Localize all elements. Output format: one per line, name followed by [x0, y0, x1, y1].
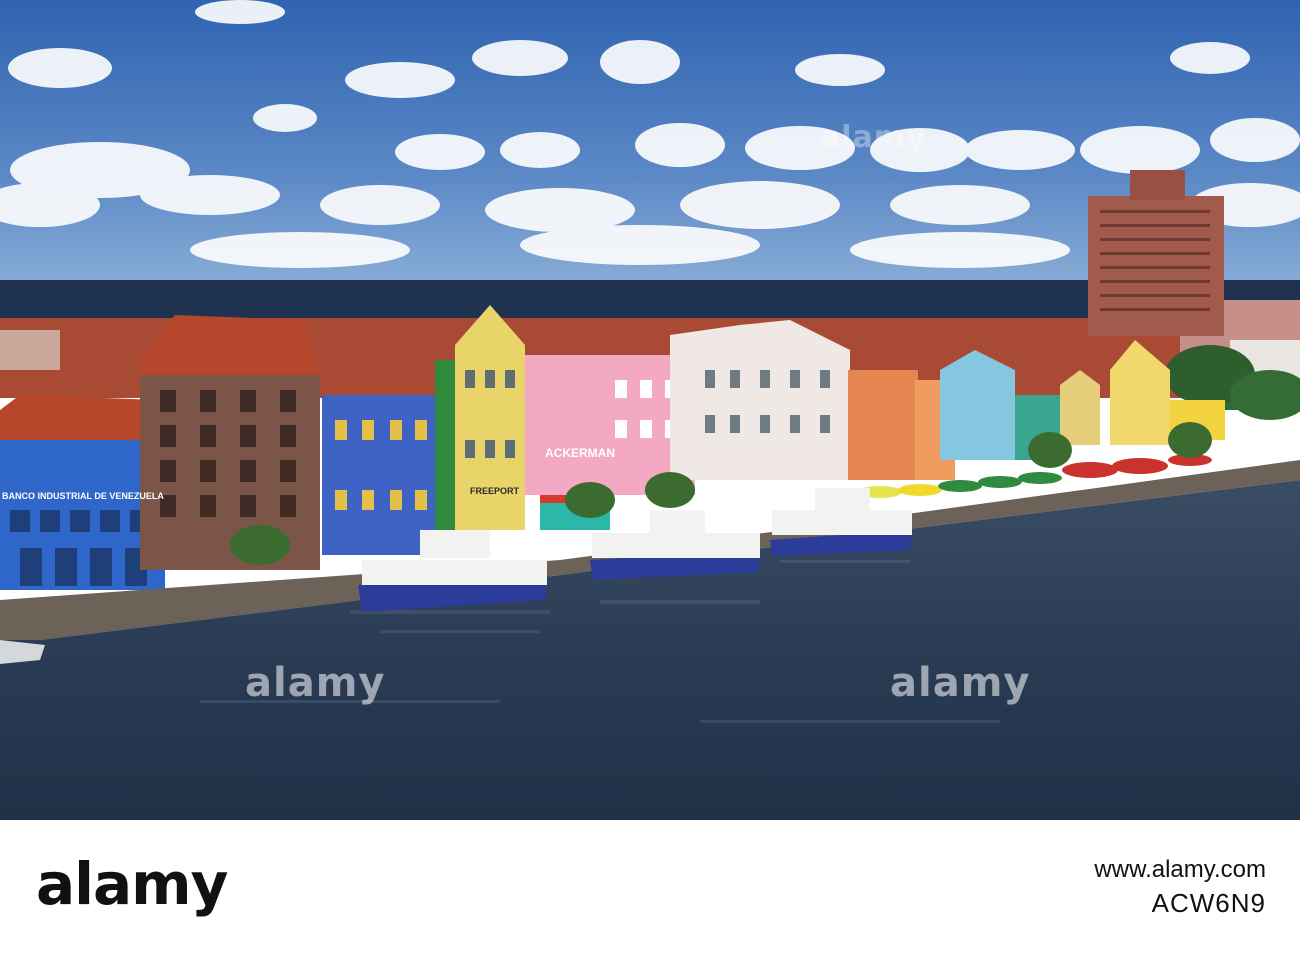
watermark-top: alamy — [820, 120, 927, 155]
ferry-3 — [770, 488, 912, 556]
image-id: ACW6N9 — [1151, 888, 1266, 918]
watermark-center: alamy — [890, 660, 1031, 706]
image-meta: www.alamy.com ACW6N9 — [1094, 856, 1266, 919]
ackerman-sign: ACKERMAN — [545, 446, 615, 460]
blue-building — [322, 395, 437, 555]
yellow-gable-building — [455, 305, 525, 530]
alamy-logo: alamy — [36, 850, 228, 918]
white-building — [670, 320, 850, 480]
watermark-left: alamy — [245, 660, 386, 706]
photo-canvas — [0, 0, 1300, 820]
harbor-photo: BANCO INDUSTRIAL DE VENEZUELA FREEPORT A… — [0, 0, 1300, 820]
orange-building — [848, 370, 918, 480]
bank-sign: BANCO INDUSTRIAL DE VENEZUELA — [2, 491, 164, 501]
site-url: www.alamy.com — [1094, 856, 1266, 883]
footer-bar: alamy www.alamy.com ACW6N9 — [0, 820, 1300, 954]
freeport-sign: FREEPORT — [470, 486, 520, 496]
ferry-2 — [590, 510, 760, 580]
